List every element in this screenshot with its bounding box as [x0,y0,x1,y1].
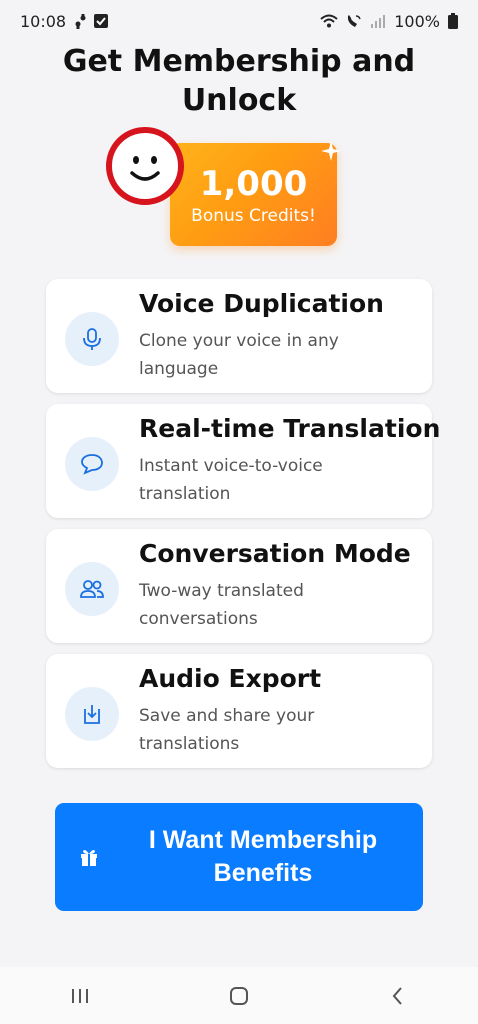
sparkle-icon [319,139,343,167]
smiley-face-icon [106,127,184,205]
feature-card-conversation-mode: Conversation Mode Two-way translated con… [46,529,432,643]
wifi-calling-icon [346,14,362,28]
feature-description: Clone your voice in any language [139,331,339,379]
signal-icon [370,14,386,28]
status-time: 10:08 [20,11,67,31]
feature-title: Conversation Mode [139,539,411,568]
status-left: 10:08 [20,11,109,31]
people-icon [65,562,119,616]
status-bar: 10:08 100% [0,0,478,42]
recent-apps-icon[interactable] [50,976,110,1016]
feature-description: Instant voice-to-voice translation [139,456,323,504]
back-icon[interactable] [368,976,428,1016]
download-icon [65,687,119,741]
feature-title: Real-time Translation [139,414,441,443]
battery-icon [448,13,458,29]
walk-icon [74,13,86,29]
gift-icon [79,847,99,870]
feature-title: Voice Duplication [139,289,384,318]
membership-cta-button[interactable]: I Want Membership Benefits [55,803,423,911]
cta-label: I Want Membership Benefits [148,826,378,887]
feature-card-audio-export: Audio Export Save and share your transla… [46,654,432,768]
feature-card-voice-duplication: Voice Duplication Clone your voice in an… [46,279,432,393]
feature-title: Audio Export [139,664,322,693]
credits-label: Bonus Credits! [191,206,316,226]
check-box-icon [94,14,109,28]
credits-amount: 1,000 [199,164,308,204]
page-title: Get Membership and Unlock [62,44,416,118]
microphone-icon [65,312,119,366]
status-right: 100% [320,12,458,31]
bonus-credits-card: 1,000 Bonus Credits! [170,141,341,246]
feature-description: Save and share your translations [139,706,315,754]
chat-bubble-icon [65,437,119,491]
home-icon[interactable] [209,976,269,1016]
wifi-icon [320,14,338,28]
system-nav-bar [0,967,478,1024]
battery-percent: 100% [394,11,440,31]
feature-list: Voice Duplication Clone your voice in an… [46,279,440,779]
feature-description: Two-way translated conversations [139,581,304,629]
feature-card-real-time-translation: Real-time Translation Instant voice-to-v… [46,404,440,518]
